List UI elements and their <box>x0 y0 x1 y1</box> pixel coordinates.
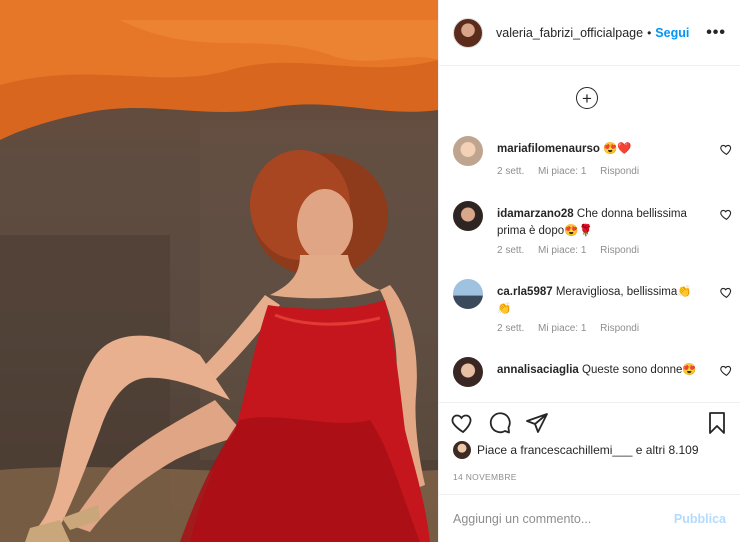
commenter-username[interactable]: idamarzano28 <box>497 208 574 220</box>
comment-like-heart-icon[interactable] <box>720 143 733 156</box>
comment-body: ca.rla5987 Meravigliosa, bellissima👏👏 <box>497 284 697 318</box>
action-icons <box>451 411 731 439</box>
comment-likes[interactable]: Mi piace: 1 <box>538 245 586 256</box>
comment-text: Queste sono donne😍 <box>582 364 697 376</box>
post-header: valeria_fabrizi_officialpage • Segui ••• <box>439 0 740 66</box>
post-sidebar: valeria_fabrizi_officialpage • Segui •••… <box>438 0 740 542</box>
likes-summary: Piace a francescachillemi___ e altri 8.1… <box>453 441 699 459</box>
commenter-avatar[interactable] <box>453 136 483 166</box>
comment-time[interactable]: 2 sett. <box>497 166 524 177</box>
author-avatar[interactable] <box>453 17 483 48</box>
comment-like-heart-icon[interactable] <box>720 208 733 221</box>
comment-body: mariafilomenaurso 😍❤️ <box>497 141 697 158</box>
post-photo[interactable] <box>0 0 438 542</box>
comment-body: idamarzano28 Che donna bellissima prima … <box>497 206 697 240</box>
add-comment-bar: Pubblica <box>439 494 740 542</box>
commenter-avatar[interactable] <box>453 279 483 309</box>
comment-time[interactable]: 2 sett. <box>497 245 524 256</box>
publish-button[interactable]: Pubblica <box>674 512 726 526</box>
comment-likes[interactable]: Mi piace: 1 <box>538 323 586 334</box>
load-more-comments-icon[interactable]: + <box>576 87 598 109</box>
comment-body: annalisaciaglia Queste sono donne😍 <box>497 362 697 379</box>
commenter-avatar[interactable] <box>453 201 483 231</box>
reply-button[interactable]: Rispondi <box>600 323 639 334</box>
commenter-avatar[interactable] <box>453 357 483 387</box>
liker-avatar[interactable] <box>453 441 471 459</box>
photo-illustration <box>0 0 438 542</box>
commenter-username[interactable]: mariafilomenaurso <box>497 143 600 155</box>
follow-button[interactable]: Segui <box>655 26 689 40</box>
comment-meta: 2 sett. Mi piace: 1 Rispondi <box>497 166 650 177</box>
reply-button[interactable]: Rispondi <box>600 245 639 256</box>
likes-prefix: Piace a <box>477 443 518 457</box>
action-bar <box>439 402 740 434</box>
author-username[interactable]: valeria_fabrizi_officialpage <box>496 26 643 40</box>
header-separator: • <box>647 25 652 40</box>
comment-input[interactable] <box>453 511 653 526</box>
comment-like-heart-icon[interactable] <box>720 364 733 377</box>
like-heart-icon[interactable] <box>451 411 475 435</box>
more-options-icon[interactable]: ••• <box>706 24 726 42</box>
comment-time[interactable]: 2 sett. <box>497 323 524 334</box>
post-date[interactable]: 14 NOVEMBRE <box>453 472 517 482</box>
liker-username[interactable]: francescachillemi___ <box>520 443 632 457</box>
share-paper-plane-icon[interactable] <box>525 411 549 435</box>
save-bookmark-icon[interactable] <box>705 411 729 435</box>
comment-likes[interactable]: Mi piace: 1 <box>538 166 586 177</box>
commenter-username[interactable]: ca.rla5987 <box>497 286 553 298</box>
comment-bubble-icon[interactable] <box>488 411 512 435</box>
likes-connector: e altri <box>635 443 666 457</box>
commenter-username[interactable]: annalisaciaglia <box>497 364 579 376</box>
comment-like-heart-icon[interactable] <box>720 286 733 299</box>
comment-meta: 2 sett. Mi piace: 1 Rispondi <box>497 323 650 334</box>
comments-list[interactable]: + mariafilomenaurso 😍❤️ 2 sett. Mi piace… <box>439 66 740 402</box>
comment-meta: 2 sett. Mi piace: 1 Rispondi <box>497 245 650 256</box>
likes-count[interactable]: 8.109 <box>668 443 698 457</box>
comment-text: 😍❤️ <box>603 143 632 155</box>
reply-button[interactable]: Rispondi <box>600 166 639 177</box>
